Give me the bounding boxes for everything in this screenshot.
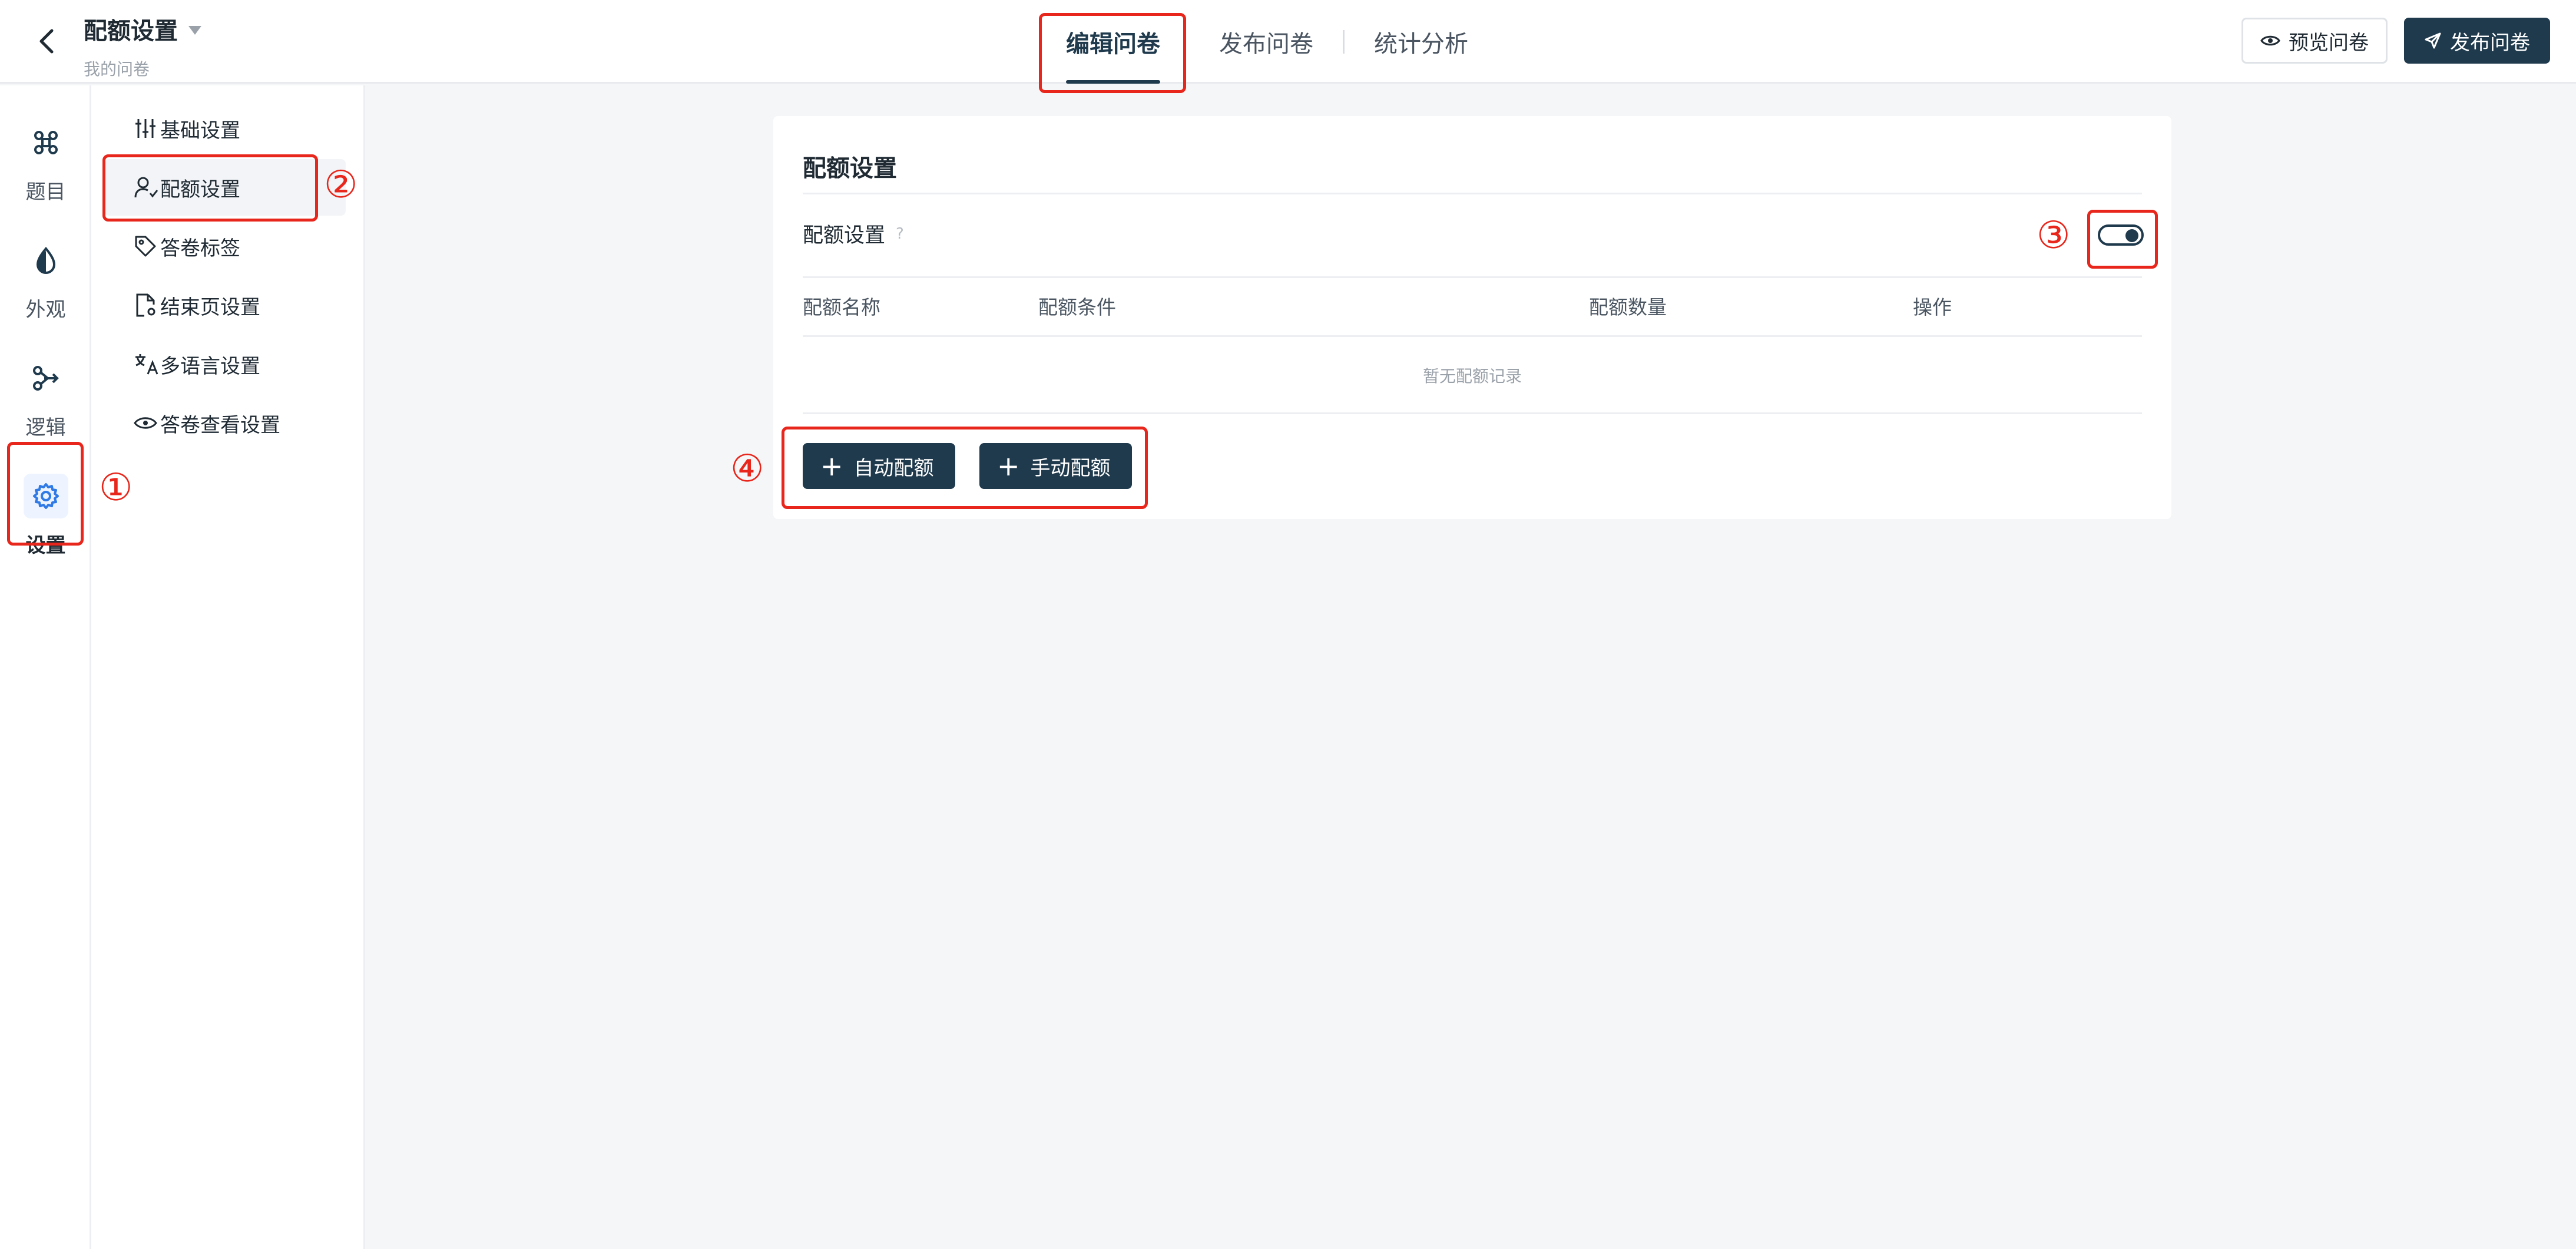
divider <box>803 193 2142 194</box>
rail-label: 设置 <box>25 533 66 557</box>
rail-icon-wrap <box>24 356 68 401</box>
tab-divider <box>1343 30 1345 54</box>
top-header: 配额设置 我的问卷 编辑问卷 发布问卷 统计分析 预览问卷 发布问卷 <box>0 0 2576 84</box>
chevron-left-icon <box>39 29 54 54</box>
tab-edit-survey[interactable]: 编辑问卷 <box>1066 0 1160 84</box>
eye-icon <box>134 417 157 429</box>
menu-item-language-settings[interactable]: 多语言设置 <box>104 336 346 392</box>
menu-item-label: 基础设置 <box>160 118 240 143</box>
auto-quota-button[interactable]: + 自动配额 <box>803 443 955 489</box>
divider <box>803 412 2142 414</box>
quota-toggle-label: 配额设置 <box>803 224 886 247</box>
rail-item-questions[interactable]: 题目 <box>0 115 91 209</box>
rail-icon-wrap <box>23 473 68 518</box>
auto-quota-label: 自动配额 <box>853 456 934 480</box>
menu-item-label: 配额设置 <box>160 177 240 201</box>
empty-state-text: 暂无配额记录 <box>1422 366 1522 386</box>
plus-icon: + <box>820 450 843 482</box>
annotation-number-2: ② <box>324 163 358 207</box>
menu-item-basic-settings[interactable]: 基础设置 <box>104 100 346 157</box>
preview-button[interactable]: 预览问卷 <box>2241 18 2388 64</box>
file-settings-icon <box>136 293 155 317</box>
rail-item-settings[interactable]: 设置 <box>0 468 91 563</box>
title-area: 配额设置 我的问卷 <box>84 12 201 80</box>
column-header-actions: 操作 <box>1913 296 1952 319</box>
drop-icon <box>36 246 55 274</box>
column-header-quota-name: 配额名称 <box>803 296 880 319</box>
tab-statistics[interactable]: 统计分析 <box>1374 0 1468 84</box>
column-header-quota-condition: 配额条件 <box>1038 296 1116 319</box>
sliders-icon <box>135 119 155 138</box>
page-title: 配额设置 <box>84 18 178 45</box>
rail-item-logic[interactable]: 逻辑 <box>0 351 91 445</box>
menu-item-end-page-settings[interactable]: 结束页设置 <box>104 277 346 333</box>
annotation-number-3: ③ <box>2037 214 2071 257</box>
back-button[interactable] <box>33 25 59 58</box>
rail-icon-wrap <box>24 120 68 165</box>
user-quota-icon <box>134 177 158 198</box>
menu-item-answer-tags[interactable]: 答卷标签 <box>104 218 346 275</box>
divider <box>803 276 2142 278</box>
rail-label: 逻辑 <box>25 415 66 440</box>
settings-menu: 基础设置 配额设置 答卷标签 结束页设置 多语言设置 答卷查看设置 <box>91 85 365 1249</box>
manual-quota-label: 手动配额 <box>1030 456 1111 480</box>
menu-item-label: 答卷标签 <box>160 236 240 260</box>
rail-icon-wrap <box>24 238 68 283</box>
help-icon[interactable]: ? <box>896 225 904 243</box>
translate-icon <box>135 354 158 375</box>
card-title: 配额设置 <box>803 155 897 182</box>
gear-icon <box>32 483 59 509</box>
command-icon <box>34 130 58 154</box>
quota-toggle-row: 配额设置 ? <box>803 219 904 249</box>
survey-title-dropdown[interactable]: 配额设置 <box>84 12 201 46</box>
menu-item-quota-settings[interactable]: 配额设置 <box>104 159 346 216</box>
menu-item-answer-view-settings[interactable]: 答卷查看设置 <box>104 395 346 451</box>
rail-label: 题目 <box>25 180 66 204</box>
tag-icon <box>135 236 156 257</box>
quota-settings-card: 配额设置 配额设置 ? 配额名称 配额条件 配额数量 操作 暂无配额记录 + 自… <box>773 116 2171 519</box>
publish-label: 发布问卷 <box>2450 31 2530 55</box>
quota-toggle-switch[interactable] <box>2098 224 2144 246</box>
branch-icon <box>32 365 59 391</box>
left-rail: 题目 外观 逻辑 设置 <box>0 85 91 1249</box>
rail-item-appearance[interactable]: 外观 <box>0 233 91 327</box>
annotation-number-1: ① <box>99 466 133 510</box>
menu-item-label: 结束页设置 <box>160 295 260 319</box>
rail-label: 外观 <box>25 298 66 322</box>
annotation-number-4: ④ <box>730 447 764 491</box>
preview-label: 预览问卷 <box>2289 31 2369 55</box>
caret-down-icon <box>188 25 201 35</box>
breadcrumb: 我的问卷 <box>84 60 150 79</box>
menu-item-label: 答卷查看设置 <box>160 413 280 437</box>
menu-item-label: 多语言设置 <box>160 354 260 378</box>
column-header-quota-count: 配额数量 <box>1589 296 1667 319</box>
main-tabs: 编辑问卷 发布问卷 统计分析 <box>1066 0 1468 84</box>
send-icon <box>2425 32 2441 49</box>
publish-button[interactable]: 发布问卷 <box>2404 18 2550 64</box>
eye-icon <box>2260 35 2280 46</box>
manual-quota-button[interactable]: + 手动配额 <box>979 443 1132 489</box>
plus-icon: + <box>997 450 1020 482</box>
tab-publish-survey[interactable]: 发布问卷 <box>1219 0 1313 84</box>
divider <box>803 335 2142 337</box>
